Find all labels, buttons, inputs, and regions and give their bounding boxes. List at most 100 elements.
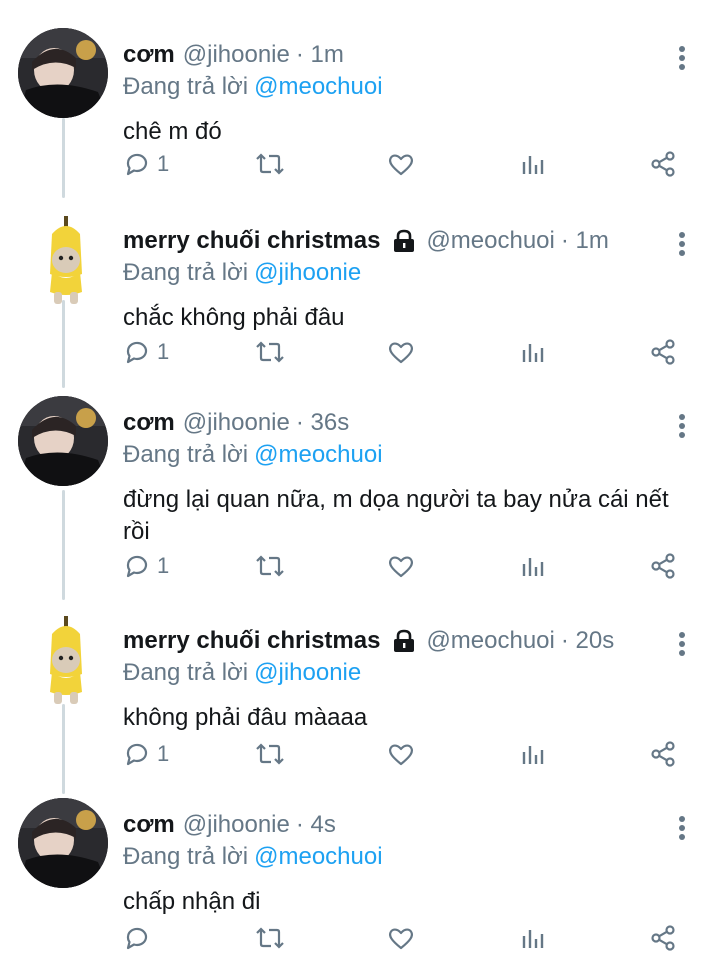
reply-icon (126, 341, 148, 364)
action-bar: 1 (123, 548, 693, 588)
author-name[interactable]: cơm (123, 810, 175, 840)
avatar-jihoonie[interactable] (18, 396, 108, 486)
reply-count: 1 (157, 339, 170, 364)
share-button[interactable] (649, 334, 677, 370)
mention-link[interactable]: @meochuoi (254, 441, 382, 468)
author-name[interactable]: cơm (123, 408, 175, 438)
timestamp[interactable]: · 1m (296, 40, 344, 70)
banana-cat-icon (50, 616, 82, 704)
analytics-button[interactable] (519, 334, 547, 370)
analytics-icon (522, 344, 544, 362)
more-options-icon[interactable] (672, 412, 692, 440)
reply-button[interactable] (123, 920, 157, 956)
avatar-meochuoi[interactable] (30, 614, 102, 710)
retweet-icon (256, 341, 284, 363)
tweet-header: merry chuối christmas @meochuoi · 20s (123, 626, 614, 656)
retweet-button[interactable] (255, 736, 285, 772)
tweet[interactable]: cơm @jihoonie · 1m Đang trả lời @meochuoi… (0, 28, 720, 198)
avatar-photo-icon (18, 396, 108, 486)
action-bar (123, 920, 693, 960)
reply-count: 1 (157, 151, 170, 176)
replying-to: Đang trả lời @jihoonie (123, 258, 361, 288)
timestamp[interactable]: · 4s (296, 810, 336, 840)
retweet-button[interactable] (255, 920, 285, 956)
retweet-icon (256, 927, 284, 949)
tweet[interactable]: cơm @jihoonie · 4s Đang trả lời @meochuoi… (0, 798, 720, 962)
analytics-button[interactable] (519, 146, 547, 182)
avatar-photo-icon (18, 28, 108, 118)
author-handle[interactable]: @jihoonie (183, 40, 290, 70)
author-handle[interactable]: @jihoonie (183, 408, 290, 438)
author-handle[interactable]: @jihoonie (183, 810, 290, 840)
action-bar: 1 (123, 146, 693, 186)
share-button[interactable] (649, 920, 677, 956)
retweet-icon (256, 555, 284, 577)
author-name[interactable]: merry chuối christmas (123, 626, 380, 656)
action-bar: 1 (123, 736, 693, 776)
replying-to: Đang trả lời @jihoonie (123, 658, 361, 688)
banana-cat-icon (50, 216, 82, 304)
tweet-header: cơm @jihoonie · 36s (123, 408, 349, 438)
reply-button[interactable]: 1 (123, 736, 169, 772)
reply-button[interactable]: 1 (123, 548, 169, 584)
retweet-button[interactable] (255, 146, 285, 182)
reply-icon (126, 555, 148, 578)
analytics-icon (522, 558, 544, 576)
analytics-button[interactable] (519, 548, 547, 584)
author-name[interactable]: cơm (123, 40, 175, 70)
replying-prefix: Đang trả lời (123, 259, 249, 286)
timestamp[interactable]: · 20s (561, 626, 614, 656)
tweet[interactable]: merry chuối christmas @meochuoi · 1m Đan… (0, 214, 720, 384)
lock-icon (394, 629, 415, 652)
tweet-text: không phải đâu màaaa (123, 704, 368, 731)
more-options-icon[interactable] (672, 230, 692, 258)
mention-link[interactable]: @meochuoi (254, 843, 382, 870)
share-button[interactable] (649, 548, 677, 584)
reply-icon (126, 743, 148, 766)
author-handle[interactable]: @meochuoi (426, 626, 554, 656)
retweet-button[interactable] (255, 334, 285, 370)
like-button[interactable] (387, 920, 415, 956)
more-options-icon[interactable] (672, 630, 692, 658)
like-button[interactable] (387, 548, 415, 584)
heart-icon (389, 928, 413, 950)
timestamp[interactable]: · 1m (561, 226, 609, 256)
mention-link[interactable]: @meochuoi (254, 73, 382, 100)
analytics-icon (522, 930, 544, 948)
replying-prefix: Đang trả lời (123, 441, 249, 468)
retweet-button[interactable] (255, 548, 285, 584)
timestamp[interactable]: · 36s (296, 408, 349, 438)
reply-button[interactable]: 1 (123, 334, 169, 370)
share-button[interactable] (649, 146, 677, 182)
tweet[interactable]: cơm @jihoonie · 36s Đang trả lời @meochuo… (0, 396, 720, 596)
like-button[interactable] (387, 334, 415, 370)
like-button[interactable] (387, 146, 415, 182)
replying-prefix: Đang trả lời (123, 843, 249, 870)
heart-icon (389, 744, 413, 766)
author-handle[interactable]: @meochuoi (426, 226, 554, 256)
retweet-icon (256, 153, 284, 175)
author-name[interactable]: merry chuối christmas (123, 226, 380, 256)
more-options-icon[interactable] (672, 814, 692, 842)
mention-link[interactable]: @jihoonie (254, 259, 361, 286)
share-button[interactable] (649, 736, 677, 772)
avatar-meochuoi[interactable] (30, 214, 102, 310)
mention-link[interactable]: @jihoonie (254, 659, 361, 686)
avatar-jihoonie[interactable] (18, 798, 108, 888)
tweet[interactable]: merry chuối christmas @meochuoi · 20s Đa… (0, 614, 720, 784)
tweet-text: chê m đó (123, 118, 222, 145)
share-icon (651, 151, 675, 177)
share-icon (651, 925, 675, 951)
analytics-button[interactable] (519, 736, 547, 772)
reply-count: 1 (157, 553, 170, 578)
reply-icon (126, 153, 148, 176)
like-button[interactable] (387, 736, 415, 772)
reply-button[interactable]: 1 (123, 146, 169, 182)
tweet-header: merry chuối christmas @meochuoi · 1m (123, 226, 609, 256)
analytics-icon (522, 746, 544, 764)
replying-to: Đang trả lời @meochuoi (123, 842, 383, 872)
more-options-icon[interactable] (672, 44, 692, 72)
analytics-button[interactable] (519, 920, 547, 956)
share-icon (651, 339, 675, 365)
avatar-jihoonie[interactable] (18, 28, 108, 118)
